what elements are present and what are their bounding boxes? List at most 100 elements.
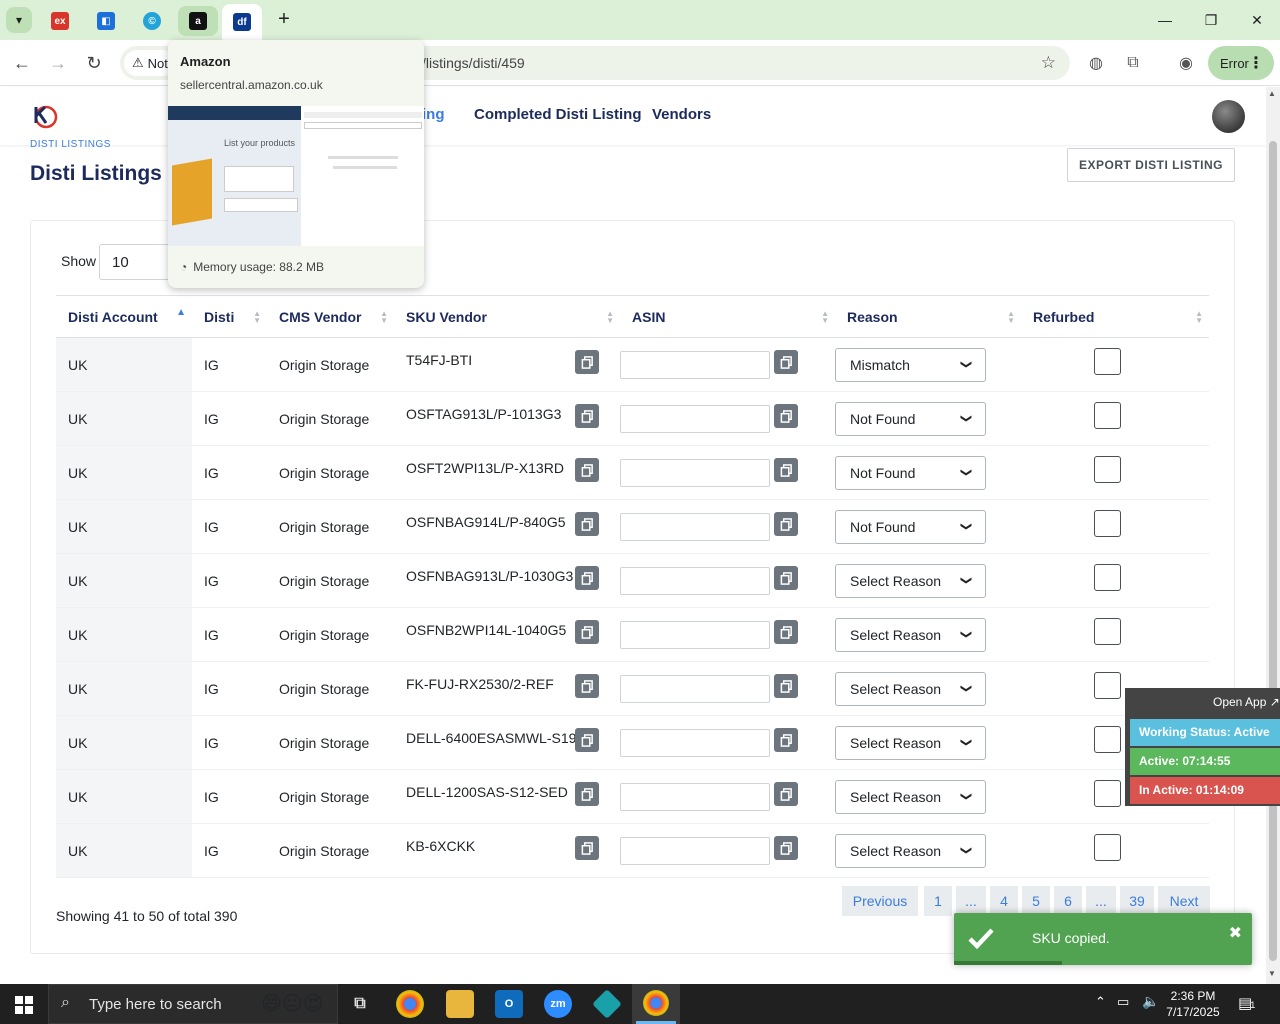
reload-icon[interactable]: ↻ bbox=[80, 49, 108, 77]
scroll-down-icon[interactable]: ▼ bbox=[1268, 969, 1276, 978]
reason-select[interactable]: Select Reason ❯ bbox=[835, 617, 986, 652]
emoji-widget-icon[interactable]: 😄😐😍 bbox=[261, 991, 324, 1016]
reason-select[interactable]: Select Reason ❯ bbox=[835, 725, 986, 760]
scroll-up-icon[interactable]: ▲ bbox=[1268, 89, 1276, 98]
taskbar-search-box[interactable]: ⌕ Type here to search 😄😐😍 bbox=[48, 984, 338, 1024]
app-diamond-icon[interactable] bbox=[592, 989, 622, 1019]
asin-input[interactable] bbox=[620, 836, 770, 865]
reason-select[interactable]: Mismatch ❯ bbox=[835, 347, 986, 382]
copy-asin-icon[interactable] bbox=[774, 782, 798, 806]
copy-asin-icon[interactable] bbox=[774, 728, 798, 752]
new-tab-plus-icon[interactable]: + bbox=[272, 8, 296, 32]
reason-select[interactable]: Select Reason ❯ bbox=[835, 779, 986, 814]
refurbed-checkbox[interactable] bbox=[1094, 348, 1121, 375]
refurbed-checkbox[interactable] bbox=[1094, 456, 1121, 483]
copy-sku-icon[interactable] bbox=[575, 404, 599, 428]
pagination-page-4[interactable]: 4 bbox=[990, 886, 1018, 916]
col-cms-vendor[interactable]: CMS Vendor ▲ ▼ bbox=[267, 295, 394, 338]
nav-vendors[interactable]: Vendors bbox=[652, 106, 711, 123]
open-app-link[interactable]: Open App ↗ bbox=[1213, 695, 1280, 709]
extensions-puzzle-icon[interactable]: ⧉ bbox=[1122, 52, 1144, 74]
refurbed-checkbox[interactable] bbox=[1094, 672, 1121, 699]
copy-sku-icon[interactable] bbox=[575, 728, 599, 752]
breadcrumb[interactable]: DISTI LISTINGS bbox=[30, 139, 111, 150]
reason-select[interactable]: Select Reason ❯ bbox=[835, 833, 986, 868]
copy-sku-icon[interactable] bbox=[575, 350, 599, 374]
copy-sku-icon[interactable] bbox=[575, 674, 599, 698]
col-disti[interactable]: Disti ▲ ▼ bbox=[192, 295, 267, 338]
tab-amazon[interactable]: a bbox=[178, 6, 218, 36]
col-disti-account[interactable]: Disti Account ▲ bbox=[56, 295, 192, 338]
tray-chevron-icon[interactable]: ⌃ bbox=[1095, 994, 1106, 1010]
copy-asin-icon[interactable] bbox=[774, 458, 798, 482]
copy-sku-icon[interactable] bbox=[575, 566, 599, 590]
chrome-active-taskbar-button[interactable] bbox=[632, 984, 680, 1024]
page-scrollbar[interactable]: ▲ ▼ bbox=[1266, 87, 1280, 984]
translate-globe-icon[interactable]: ◍ bbox=[1085, 52, 1107, 74]
pagination-next[interactable]: Next bbox=[1158, 886, 1210, 916]
minimize-icon[interactable]: — bbox=[1142, 0, 1188, 40]
copy-sku-icon[interactable] bbox=[575, 620, 599, 644]
avatar[interactable] bbox=[1212, 100, 1245, 133]
tab-ex[interactable]: ex bbox=[40, 6, 80, 36]
nav-completed-disti-listing[interactable]: Completed Disti Listing bbox=[474, 106, 642, 123]
profile-error-button[interactable]: Error ⋮ bbox=[1208, 46, 1274, 80]
copy-sku-icon[interactable] bbox=[575, 836, 599, 860]
file-explorer-icon[interactable] bbox=[446, 990, 474, 1018]
refurbed-checkbox[interactable] bbox=[1094, 402, 1121, 429]
copy-asin-icon[interactable] bbox=[774, 404, 798, 428]
asin-input[interactable] bbox=[620, 512, 770, 541]
windows-start-icon[interactable] bbox=[15, 996, 33, 1014]
copy-asin-icon[interactable] bbox=[774, 350, 798, 374]
copy-sku-icon[interactable] bbox=[575, 512, 599, 536]
refurbed-checkbox[interactable] bbox=[1094, 618, 1121, 645]
asin-input[interactable] bbox=[620, 404, 770, 433]
tab-app[interactable]: ◧ bbox=[86, 6, 126, 36]
pagination-page-6[interactable]: 6 bbox=[1054, 886, 1082, 916]
asin-input[interactable] bbox=[620, 566, 770, 595]
copy-asin-icon[interactable] bbox=[774, 836, 798, 860]
copy-asin-icon[interactable] bbox=[774, 566, 798, 590]
task-view-icon[interactable]: ⧉ bbox=[346, 990, 374, 1018]
notification-center-icon[interactable]: ▤1 bbox=[1238, 994, 1255, 1012]
copy-asin-icon[interactable] bbox=[774, 512, 798, 536]
refurbed-checkbox[interactable] bbox=[1094, 510, 1121, 537]
refurbed-checkbox[interactable] bbox=[1094, 780, 1121, 807]
outlook-icon[interactable]: O bbox=[495, 990, 523, 1018]
restore-icon[interactable]: ❐ bbox=[1188, 0, 1234, 40]
col-sku-vendor[interactable]: SKU Vendor ▲ ▼ bbox=[394, 295, 620, 338]
nav-link-partial[interactable]: ing bbox=[422, 106, 445, 123]
asin-input[interactable] bbox=[620, 458, 770, 487]
col-reason[interactable]: Reason ▲ ▼ bbox=[835, 295, 1021, 338]
reason-select[interactable]: Not Found ❯ bbox=[835, 509, 986, 544]
page-size-select[interactable]: 10 bbox=[99, 244, 171, 280]
tab-disti-listing[interactable]: df bbox=[222, 4, 262, 40]
refurbed-checkbox[interactable] bbox=[1094, 834, 1121, 861]
tab-copyright[interactable]: © bbox=[132, 6, 172, 36]
pagination-page-39[interactable]: 39 bbox=[1120, 886, 1154, 916]
scrollbar-thumb[interactable] bbox=[1269, 141, 1277, 961]
profile-icon[interactable]: ◉ bbox=[1175, 52, 1197, 74]
reason-select[interactable]: Select Reason ❯ bbox=[835, 671, 986, 706]
copy-sku-icon[interactable] bbox=[575, 458, 599, 482]
toast-close-icon[interactable]: ✖ bbox=[1229, 923, 1242, 943]
bookmark-star-icon[interactable]: ☆ bbox=[1041, 53, 1056, 73]
close-window-icon[interactable]: ✕ bbox=[1234, 0, 1280, 40]
pagination-page-5[interactable]: 5 bbox=[1022, 886, 1050, 916]
copy-asin-icon[interactable] bbox=[774, 620, 798, 644]
asin-input[interactable] bbox=[620, 782, 770, 811]
pagination-page-1[interactable]: 1 bbox=[924, 886, 952, 916]
asin-input[interactable] bbox=[620, 674, 770, 703]
copy-asin-icon[interactable] bbox=[774, 674, 798, 698]
reason-select[interactable]: Select Reason ❯ bbox=[835, 563, 986, 598]
chrome-icon[interactable] bbox=[396, 990, 424, 1018]
asin-input[interactable] bbox=[620, 350, 770, 379]
col-asin[interactable]: ASIN ▲ ▼ bbox=[620, 295, 835, 338]
network-icon[interactable]: ▭ bbox=[1117, 994, 1129, 1010]
col-refurbed[interactable]: Refurbed ▲ ▼ bbox=[1021, 295, 1209, 338]
reason-select[interactable]: Not Found ❯ bbox=[835, 455, 986, 490]
pagination-previous[interactable]: Previous bbox=[842, 886, 918, 916]
asin-input[interactable] bbox=[620, 728, 770, 757]
volume-icon[interactable]: 🔈 bbox=[1142, 993, 1159, 1010]
forward-arrow-icon[interactable]: → bbox=[44, 49, 72, 77]
